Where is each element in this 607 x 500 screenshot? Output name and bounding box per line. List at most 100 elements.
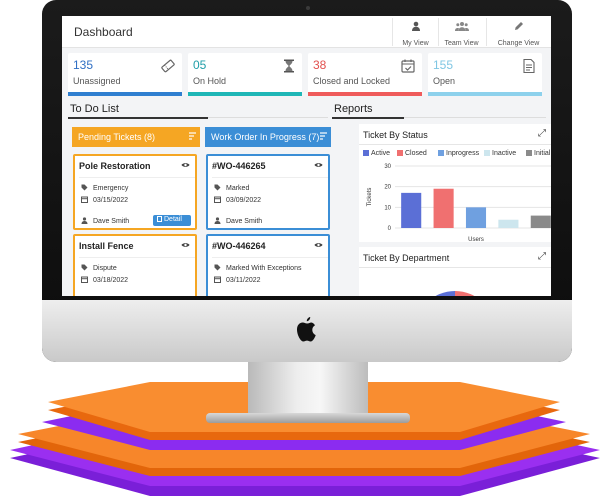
eye-icon[interactable] (181, 242, 190, 248)
card-date: 03/11/2022 (214, 276, 261, 284)
department-pie-chart (435, 291, 475, 296)
stat-card-unassigned[interactable]: 135 Unassigned (68, 53, 182, 96)
stat-bar (428, 92, 542, 96)
card-user: Dave Smith (81, 217, 129, 225)
user-icon (214, 217, 221, 224)
pie-slice (435, 291, 455, 296)
user-icon (81, 217, 88, 224)
ticket-by-department-panel: Ticket By Department ⤢ ✕ (359, 247, 551, 296)
card-date: 03/18/2022 (81, 276, 128, 284)
ticket-icon (161, 59, 175, 73)
ticket-card[interactable]: Install Fence Dispute 03/18/2022 (73, 234, 197, 296)
legend-item-inactive: Inactive (484, 150, 516, 157)
y-tick-label: 10 (384, 205, 391, 211)
pie-slice (455, 291, 475, 296)
close-icon[interactable]: ✕ (550, 251, 551, 262)
expand-icon[interactable]: ⤢ (538, 251, 546, 262)
my-view-button[interactable]: My View (392, 18, 438, 47)
work-order-card[interactable]: #WO-446265 Marked 03/09/2022 Dave Smith (206, 154, 330, 230)
todo-underline (68, 117, 208, 119)
expand-icon[interactable]: ⤢ (538, 128, 546, 139)
edit-icon (514, 22, 523, 30)
stat-value: 135 (73, 58, 94, 72)
legend-swatch (397, 150, 403, 156)
calendar-check-icon (401, 59, 415, 73)
card-title: #WO-446264 (212, 241, 266, 251)
ticket-by-status-panel: Ticket By Status ⤢ ✕ Active Closed Inpro… (359, 124, 551, 243)
card-divider (79, 177, 195, 178)
legend-item-closed: Closed (397, 150, 427, 157)
ticket-status-chart: 0 10 20 30 Tickets Users (367, 164, 551, 243)
section-divider (208, 117, 328, 118)
team-view-button[interactable]: Team View (438, 18, 484, 47)
stat-card-open[interactable]: 155 Open (428, 53, 542, 96)
calendar-icon (214, 196, 221, 203)
legend-swatch (484, 150, 490, 156)
stat-card-closed-locked[interactable]: 38 Closed and Locked (308, 53, 422, 96)
monitor-stand-base (206, 413, 410, 423)
stat-label: Closed and Locked (313, 76, 391, 86)
y-tick-label: 0 (388, 226, 392, 232)
eye-icon[interactable] (181, 162, 190, 168)
y-axis-label: Tickets (367, 188, 373, 207)
legend-swatch (526, 150, 532, 156)
bar-closed (433, 188, 454, 228)
stat-card-on-hold[interactable]: 05 On Hold (188, 53, 302, 96)
close-icon[interactable]: ✕ (550, 128, 551, 139)
y-tick-label: 20 (384, 185, 391, 191)
stat-label: Open (433, 76, 456, 86)
sort-icon[interactable] (319, 132, 328, 141)
stat-bar (68, 92, 182, 96)
stat-label: On Hold (193, 76, 227, 86)
top-bar: Dashboard My View Team View Change View (62, 16, 551, 48)
tag-icon (81, 184, 88, 191)
card-divider (79, 257, 195, 258)
eye-icon[interactable] (314, 162, 323, 168)
stat-bar (308, 92, 422, 96)
calendar-icon (214, 276, 221, 283)
work-order-card[interactable]: #WO-446264 Marked With Exceptions 03/11/… (206, 234, 330, 296)
card-divider (212, 177, 328, 178)
card-date: 03/09/2022 (214, 196, 261, 204)
card-type: Emergency (81, 184, 128, 192)
stat-value: 38 (313, 58, 327, 72)
card-type: Dispute (81, 264, 117, 272)
change-view-button[interactable]: Change View (486, 18, 550, 47)
eye-icon[interactable] (314, 242, 323, 248)
y-tick-label: 30 (384, 164, 391, 170)
x-axis-label: Users (468, 237, 484, 243)
file-icon (157, 216, 162, 222)
card-title: #WO-446265 (212, 161, 266, 171)
todo-section-title: To Do List (70, 103, 119, 115)
card-title: Install Fence (79, 241, 134, 251)
calendar-icon (81, 196, 88, 203)
bar-inprogress (465, 207, 487, 228)
pending-tickets-header[interactable]: Pending Tickets (8) (72, 127, 200, 147)
stat-value: 05 (193, 58, 207, 72)
legend-swatch (438, 150, 444, 156)
monitor-chin (42, 300, 572, 362)
tag-icon (214, 184, 221, 191)
apple-logo-icon (297, 317, 316, 342)
stat-value: 155 (433, 58, 454, 72)
bar-active (401, 192, 422, 228)
legend-item-initial: Initial (526, 150, 550, 157)
team-icon (454, 22, 469, 31)
legend-item-inprogress: Inprogress (438, 150, 479, 157)
work-order-header[interactable]: Work Order In Progress (7) (205, 127, 331, 147)
hourglass-icon (284, 59, 294, 73)
reports-section-title: Reports (334, 103, 373, 115)
bar-initial (530, 215, 551, 228)
user-icon (411, 21, 420, 31)
ticket-card[interactable]: Pole Restoration Emergency 03/15/2022 Da… (73, 154, 197, 230)
section-divider (404, 117, 546, 118)
legend-item-active: Active (363, 150, 390, 157)
card-type: Marked (214, 184, 249, 192)
card-divider (212, 257, 328, 258)
panel-title: Ticket By Department (363, 253, 450, 263)
bar-inactive (498, 219, 519, 228)
sort-icon[interactable] (188, 132, 197, 141)
card-date: 03/15/2022 (81, 196, 128, 204)
detail-button[interactable]: Detail (153, 215, 191, 226)
reports-underline (332, 117, 404, 119)
